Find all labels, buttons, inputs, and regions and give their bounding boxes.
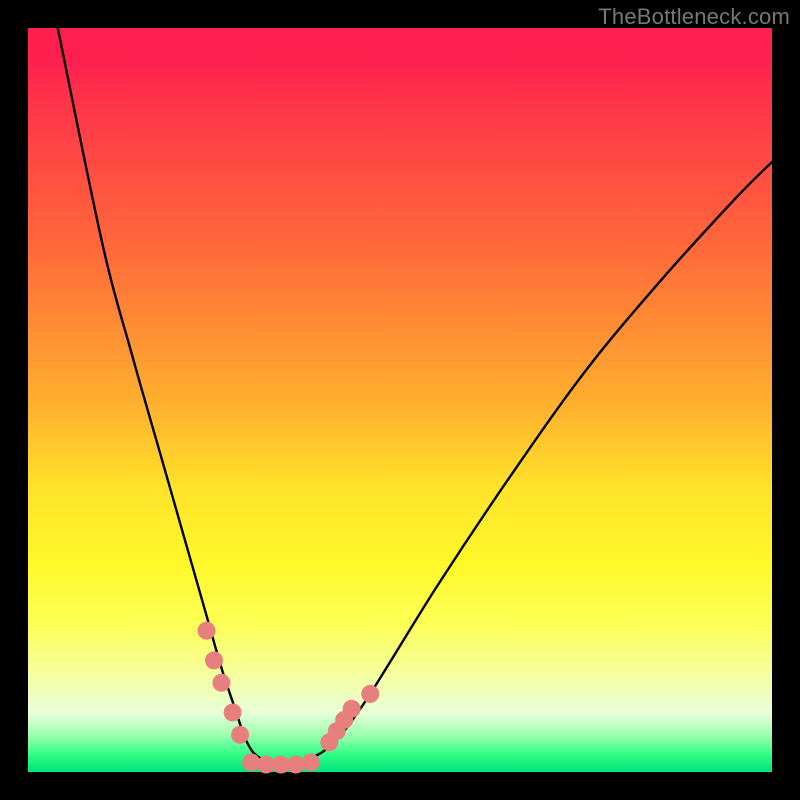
chart-marker xyxy=(212,674,230,692)
chart-marker xyxy=(231,726,249,744)
chart-marker xyxy=(302,753,320,771)
chart-marker xyxy=(198,622,216,640)
chart-plot-area xyxy=(28,28,772,772)
chart-svg xyxy=(28,28,772,772)
chart-markers xyxy=(198,622,380,774)
chart-marker xyxy=(343,700,361,718)
chart-frame: TheBottleneck.com xyxy=(0,0,800,800)
chart-curve xyxy=(58,28,772,766)
chart-marker xyxy=(224,703,242,721)
chart-marker xyxy=(205,651,223,669)
watermark-text: TheBottleneck.com xyxy=(598,4,790,30)
chart-marker xyxy=(361,685,379,703)
